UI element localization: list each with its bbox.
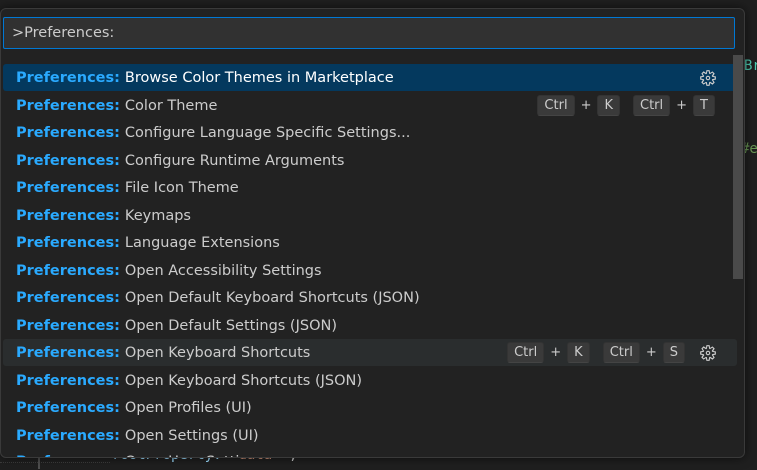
command-label: Open Profiles (UI) — [124, 399, 252, 416]
command-label: Open Keyboard Shortcuts — [124, 344, 311, 361]
command-category: Preferences: — [16, 454, 120, 458]
key-cap: Ctrl — [537, 95, 575, 116]
command-label: File Icon Theme — [124, 179, 239, 196]
command-label: Language Extensions — [124, 234, 280, 251]
command-item[interactable]: Preferences: File Icon Theme — [3, 174, 737, 201]
keybinding: Ctrl + K Ctrl + T — [537, 95, 715, 116]
key-cap: K — [597, 95, 620, 116]
command-label: Configure Runtime Arguments — [124, 152, 345, 169]
gear-icon[interactable] — [698, 343, 718, 363]
command-label: Color Theme — [124, 97, 218, 114]
command-item[interactable]: Preferences: Color Theme Ctrl + K Ctrl + T — [3, 92, 737, 119]
command-item[interactable]: Preferences: Open Keyboard Shortcuts Ctrl +… — [3, 339, 737, 366]
scrollbar-thumb[interactable] — [733, 55, 743, 279]
command-category: Preferences: — [16, 427, 120, 444]
command-category: Preferences: — [16, 124, 120, 141]
command-item[interactable]: Preferences: Language Extensions — [3, 229, 737, 256]
command-item[interactable]: Preferences: Open User Settings — [3, 448, 737, 458]
command-category: Preferences: — [16, 344, 120, 361]
command-label: Configure Language Specific Settings... — [124, 124, 411, 141]
command-item[interactable]: Preferences: Configure Language Specific … — [3, 119, 737, 146]
command-label: Browse Color Themes in Marketplace — [124, 69, 394, 86]
command-label: Open Default Keyboard Shortcuts (JSON) — [124, 289, 420, 306]
key-cap: T — [693, 95, 715, 116]
command-item[interactable]: Preferences: Open Settings (UI) — [3, 422, 737, 449]
command-category: Preferences: — [16, 289, 120, 306]
command-category: Preferences: — [16, 69, 120, 86]
command-label: Open Keyboard Shortcuts (JSON) — [124, 372, 363, 389]
command-category: Preferences: — [16, 97, 120, 114]
command-item[interactable]: Preferences: Configure Runtime Arguments — [3, 147, 737, 174]
key-plus: + — [676, 98, 688, 113]
command-item[interactable]: Preferences: Open Accessibility Settings — [3, 257, 737, 284]
key-cap: Ctrl — [507, 342, 545, 363]
command-item[interactable]: Preferences: Browse Color Themes in Marke… — [3, 64, 737, 91]
command-label: Keymaps — [124, 207, 191, 224]
command-category: Preferences: — [16, 399, 120, 416]
command-label: Open User Settings — [125, 454, 265, 458]
gear-icon[interactable] — [698, 68, 718, 88]
command-item[interactable]: Preferences: Open Profiles (UI) — [3, 394, 737, 421]
key-cap: Ctrl — [633, 95, 671, 116]
key-cap: K — [567, 342, 590, 363]
command-category: Preferences: — [16, 152, 120, 169]
command-category: Preferences: — [16, 372, 120, 389]
command-item[interactable]: Preferences: Open Default Settings (JSON) — [3, 312, 737, 339]
command-category: Preferences: — [16, 207, 120, 224]
editor-text-peek: Br — [744, 58, 757, 74]
key-plus: + — [645, 345, 657, 360]
command-list: Preferences: Browse Color Themes in Marke… — [1, 55, 744, 457]
command-palette-input[interactable] — [4, 18, 734, 48]
command-category: Preferences: — [16, 262, 120, 279]
command-category: Preferences: — [16, 317, 120, 334]
command-label: Open Default Settings (JSON) — [124, 317, 337, 334]
key-plus: + — [550, 345, 562, 360]
command-palette-input-box — [3, 17, 735, 49]
command-category: Preferences: — [16, 179, 120, 196]
command-item[interactable]: Preferences: Keymaps — [3, 202, 737, 229]
key-plus: + — [580, 98, 592, 113]
command-label: Open Accessibility Settings — [124, 262, 322, 279]
command-category: Preferences: — [16, 234, 120, 251]
command-label: Open Settings (UI) — [124, 427, 259, 444]
command-item[interactable]: Preferences: Open Keyboard Shortcuts (JSO… — [3, 367, 737, 394]
key-cap: Ctrl — [602, 342, 640, 363]
keybinding: Ctrl + K Ctrl + S — [507, 342, 685, 363]
command-item[interactable]: Preferences: Open Default Keyboard Shortc… — [3, 284, 737, 311]
key-cap: S — [662, 342, 685, 363]
command-palette: Preferences:Browse Color Themes in Marke… — [0, 8, 745, 458]
